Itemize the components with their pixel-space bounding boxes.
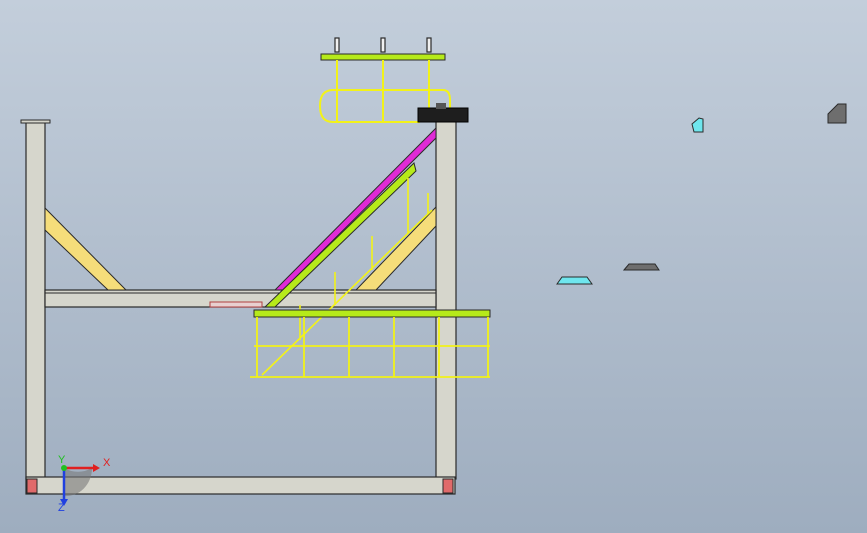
stringer-lime[interactable] xyxy=(263,162,417,308)
right-base-plate[interactable] xyxy=(442,478,454,494)
top-rail-bolt xyxy=(334,37,340,53)
bottom-beam[interactable] xyxy=(25,476,456,495)
platform-top-rail[interactable] xyxy=(253,309,491,318)
cad-viewport[interactable]: X Y Z xyxy=(0,0,867,533)
stringer-magenta[interactable] xyxy=(273,126,437,291)
right-column[interactable] xyxy=(435,120,457,480)
top-rail-bolt xyxy=(380,37,386,53)
right-knee-brace[interactable] xyxy=(354,205,437,291)
left-knee-brace[interactable] xyxy=(44,206,128,291)
cyan-slot-part[interactable] xyxy=(556,276,593,285)
grating-block-tab xyxy=(436,103,446,109)
top-guard-railing[interactable] xyxy=(318,37,469,123)
diagonal-braces[interactable] xyxy=(44,205,437,291)
cyan-bracket-part[interactable] xyxy=(691,117,704,133)
left-column-cap[interactable] xyxy=(20,119,51,124)
stair-landing-plate[interactable] xyxy=(209,301,263,308)
guard-lower-loop[interactable] xyxy=(318,89,420,123)
stair-stringer[interactable] xyxy=(209,126,437,308)
left-column[interactable] xyxy=(25,120,46,480)
gray-bracket-part[interactable] xyxy=(827,103,847,124)
model-drawing[interactable] xyxy=(0,0,867,533)
guard-upper-loop[interactable] xyxy=(333,89,451,110)
z-axis-label: Z xyxy=(58,502,65,514)
y-axis-label: Y xyxy=(58,454,66,466)
top-guard-rail[interactable] xyxy=(320,53,446,61)
gray-slot-part[interactable] xyxy=(622,263,660,271)
left-base-plate[interactable] xyxy=(26,478,38,494)
x-axis-label: X xyxy=(103,457,111,469)
grating-block[interactable] xyxy=(417,107,469,123)
floating-parts[interactable] xyxy=(556,103,847,285)
x-axis-arrowhead xyxy=(93,464,100,472)
top-rail-bolt xyxy=(426,37,432,53)
